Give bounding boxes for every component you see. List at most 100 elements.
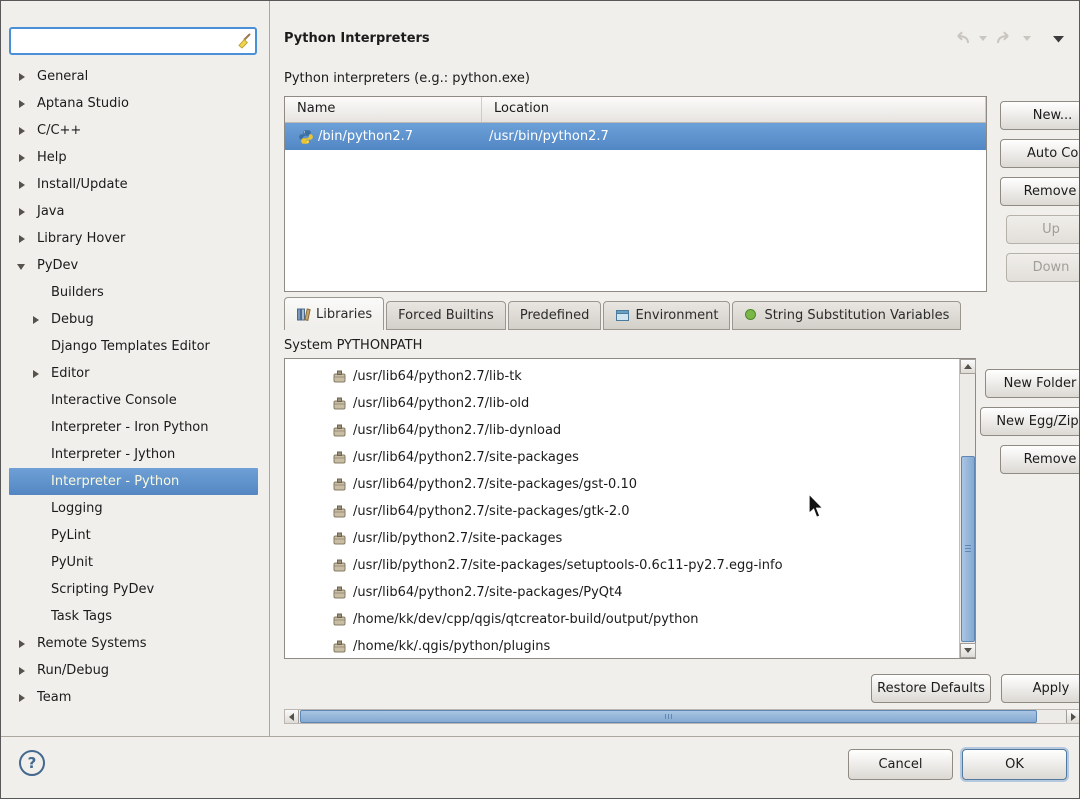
sidebar-item-logging[interactable]: Logging [9, 495, 258, 522]
pythonpath-item[interactable]: /usr/lib/python2.7/site-packages/setupto… [285, 552, 975, 579]
sidebar-item-label: Scripting PyDev [51, 582, 154, 597]
lib-new-egg-zip-button[interactable]: New Egg/Zip [980, 407, 1080, 436]
sidebar-item-pydev[interactable]: PyDev [9, 252, 258, 279]
interp-new-button[interactable]: New... [1000, 101, 1080, 130]
pythonpath-item[interactable]: /home/kk/dev/cpp/qgis/qtcreator-build/ou… [285, 606, 975, 633]
lib-remove-button[interactable]: Remove [1000, 445, 1080, 474]
help-button[interactable]: ? [19, 750, 45, 776]
tab-environment[interactable]: Environment [603, 301, 730, 330]
lib-new-folder-button[interactable]: New Folder [985, 369, 1080, 398]
chevron-right-icon[interactable] [16, 233, 28, 245]
chevron-right-icon[interactable] [16, 125, 28, 137]
interp-auto-config-button[interactable]: Auto Config [1000, 139, 1080, 168]
sidebar-item-c-c[interactable]: C/C++ [9, 117, 258, 144]
pythonpath-item[interactable]: /usr/lib/python2.7/site-packages [285, 525, 975, 552]
vertical-scrollbar[interactable] [959, 359, 975, 658]
tree-indent-spacer [30, 422, 42, 434]
pythonpath-item[interactable]: /usr/lib64/python2.7/lib-tk [285, 363, 975, 390]
pythonpath-item-label: /usr/lib64/python2.7/site-packages/PyQt4 [353, 585, 622, 600]
sidebar-item-interpreter-python[interactable]: Interpreter - Python [9, 468, 258, 495]
vertical-scrollbar-thumb[interactable] [961, 456, 975, 642]
back-icon[interactable] [951, 31, 971, 47]
tab-label: Environment [635, 308, 718, 323]
cancel-button[interactable]: Cancel [848, 749, 953, 780]
sidebar-item-debug[interactable]: Debug [9, 306, 258, 333]
sidebar-item-interpreter-jython[interactable]: Interpreter - Jython [9, 441, 258, 468]
horizontal-scrollbar-thumb[interactable] [300, 710, 1037, 723]
scroll-left-icon[interactable] [285, 710, 299, 723]
sidebar-item-label: Team [37, 690, 71, 705]
sidebar-item-install-update[interactable]: Install/Update [9, 171, 258, 198]
back-dropdown-icon[interactable] [979, 36, 987, 42]
pythonpath-item[interactable]: /usr/lib64/python2.7/site-packages/gtk-2… [285, 498, 975, 525]
pythonpath-item[interactable]: /usr/lib64/python2.7/lib-dynload [285, 417, 975, 444]
sidebar-item-help[interactable]: Help [9, 144, 258, 171]
view-menu-icon[interactable] [1053, 36, 1064, 43]
pythonpath-item[interactable]: /usr/lib64/python2.7/site-packages [285, 444, 975, 471]
sidebar-item-django-templates-editor[interactable]: Django Templates Editor [9, 333, 258, 360]
sidebar-item-general[interactable]: General [9, 63, 258, 90]
scroll-right-icon[interactable] [1066, 710, 1080, 723]
tab-string-substitution-variables[interactable]: String Substitution Variables [732, 301, 961, 330]
apply-button[interactable]: Apply [1001, 674, 1080, 703]
tab-forced-builtins[interactable]: Forced Builtins [386, 301, 506, 330]
ok-button[interactable]: OK [962, 749, 1067, 780]
column-header-location[interactable]: Location [482, 97, 986, 122]
scroll-up-icon[interactable] [960, 359, 976, 374]
interpreter-row[interactable]: /bin/python2.7/usr/bin/python2.7 [285, 123, 986, 150]
sidebar-item-label: Django Templates Editor [51, 339, 210, 354]
preferences-tree: GeneralAptana StudioC/C++HelpInstall/Upd… [9, 63, 258, 711]
sidebar-item-pylint[interactable]: PyLint [9, 522, 258, 549]
tab-libraries[interactable]: Libraries [284, 297, 384, 330]
chevron-right-icon[interactable] [16, 692, 28, 704]
forward-dropdown-icon[interactable] [1023, 36, 1031, 42]
forward-icon[interactable] [995, 31, 1015, 47]
sidebar-item-library-hover[interactable]: Library Hover [9, 225, 258, 252]
sidebar-item-remote-systems[interactable]: Remote Systems [9, 630, 258, 657]
sidebar-item-task-tags[interactable]: Task Tags [9, 603, 258, 630]
sidebar-item-scripting-pydev[interactable]: Scripting PyDev [9, 576, 258, 603]
pythonpath-item[interactable]: /usr/lib64/python2.7/site-packages/PyQt4 [285, 579, 975, 606]
filter-input[interactable] [11, 29, 233, 53]
chevron-right-icon[interactable] [16, 98, 28, 110]
variable-icon [744, 308, 759, 323]
column-header-name[interactable]: Name [285, 97, 482, 122]
chevron-right-icon[interactable] [30, 314, 42, 326]
chevron-right-icon[interactable] [16, 638, 28, 650]
chevron-right-icon[interactable] [16, 179, 28, 191]
sidebar-item-team[interactable]: Team [9, 684, 258, 711]
tab-predefined[interactable]: Predefined [508, 301, 602, 330]
sidebar-item-aptana-studio[interactable]: Aptana Studio [9, 90, 258, 117]
restore-defaults-button[interactable]: Restore Defaults [871, 674, 991, 703]
chevron-right-icon[interactable] [30, 368, 42, 380]
pythonpath-item[interactable]: /home/kk/.qgis/python/plugins [285, 633, 975, 659]
pythonpath-item[interactable]: /usr/lib64/python2.7/site-packages/gst-0… [285, 471, 975, 498]
pythonpath-item[interactable]: /usr/lib64/python2.7/lib-old [285, 390, 975, 417]
preferences-sidebar: GeneralAptana StudioC/C++HelpInstall/Upd… [1, 1, 270, 737]
sidebar-item-interpreter-iron-python[interactable]: Interpreter - Iron Python [9, 414, 258, 441]
egg-icon [332, 396, 347, 411]
filter-box [9, 27, 257, 55]
chevron-right-icon[interactable] [16, 71, 28, 83]
scroll-down-icon[interactable] [960, 643, 976, 658]
sidebar-item-builders[interactable]: Builders [9, 279, 258, 306]
chevron-down-icon[interactable] [16, 260, 28, 272]
sidebar-item-label: Task Tags [51, 609, 112, 624]
sidebar-item-editor[interactable]: Editor [9, 360, 258, 387]
sidebar-item-pyunit[interactable]: PyUnit [9, 549, 258, 576]
sidebar-item-interactive-console[interactable]: Interactive Console [9, 387, 258, 414]
python-icon [298, 129, 314, 145]
pythonpath-item-label: /usr/lib64/python2.7/lib-tk [353, 369, 522, 384]
chevron-right-icon[interactable] [16, 152, 28, 164]
sidebar-item-java[interactable]: Java [9, 198, 258, 225]
clear-filter-icon[interactable] [233, 30, 255, 52]
interp-remove-button[interactable]: Remove [1000, 177, 1080, 206]
chevron-right-icon[interactable] [16, 665, 28, 677]
sidebar-item-run-debug[interactable]: Run/Debug [9, 657, 258, 684]
chevron-right-icon[interactable] [16, 206, 28, 218]
horizontal-scrollbar[interactable] [284, 709, 1080, 724]
egg-icon [332, 504, 347, 519]
egg-icon [332, 450, 347, 465]
interpreters-label: Python interpreters (e.g.: python.exe) [284, 71, 530, 86]
preferences-dialog: GeneralAptana StudioC/C++HelpInstall/Upd… [0, 0, 1080, 799]
